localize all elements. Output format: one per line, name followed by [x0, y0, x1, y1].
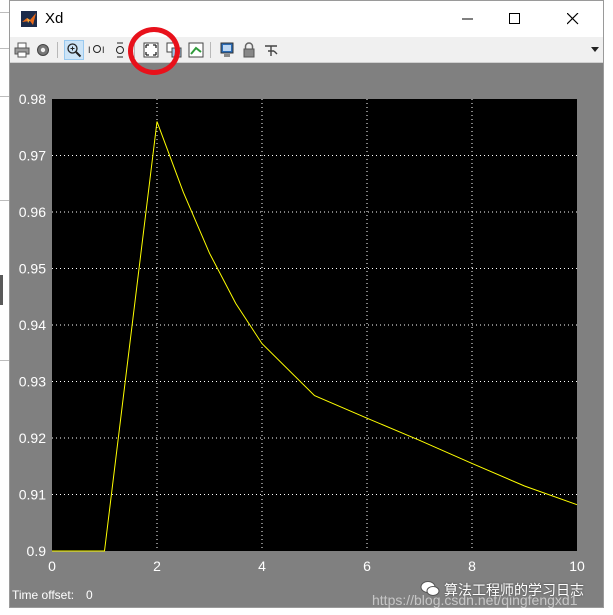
x-tick-label: 2 [153, 558, 161, 574]
printer-icon [14, 42, 30, 58]
minimize-button[interactable] [445, 1, 491, 37]
close-icon [567, 13, 579, 25]
axes-background [52, 99, 577, 551]
signal-selector-button[interactable] [261, 40, 281, 60]
signal-selector-icon [265, 45, 278, 56]
restore-axes-icon [188, 42, 204, 58]
restore-axes-button[interactable] [186, 40, 206, 60]
floating-scope-button[interactable] [217, 40, 237, 60]
maximize-icon [509, 13, 520, 24]
x-tick-label: 6 [363, 558, 371, 574]
y-tick-label: 0.97 [19, 148, 46, 164]
close-button[interactable] [550, 1, 596, 37]
svg-text:I: I [88, 45, 91, 55]
matlab-icon [21, 11, 37, 27]
y-tick-label: 0.91 [19, 487, 46, 503]
svg-text:I: I [102, 45, 105, 55]
time-offset: Time offset: 0 [12, 588, 93, 602]
scope-window: Xd I I 0 2 4 6 8 10 0.9 0.91 0.92 0.93 0… [9, 0, 604, 608]
autoscale-highlight-circle [128, 27, 180, 75]
y-tick-label: 0.96 [19, 204, 46, 220]
time-offset-label: Time offset: [12, 588, 75, 602]
minimize-icon [462, 18, 473, 20]
y-tick-label: 0.94 [19, 317, 46, 333]
title-bar[interactable]: Xd [10, 1, 603, 37]
x-tick-label: 8 [468, 558, 476, 574]
y-tick-labels: 0.9 0.91 0.92 0.93 0.94 0.95 0.96 0.97 0.98 [19, 91, 46, 559]
gear-icon [37, 44, 49, 56]
zoom-y-icon [116, 42, 124, 58]
zoom-y-button[interactable] [110, 40, 130, 60]
toolbar: I I [10, 37, 603, 63]
watermark-url: https://blog.csdn.net/qingfengxd1 [372, 592, 578, 608]
y-tick-label: 0.98 [19, 91, 46, 107]
zoom-in-icon [67, 43, 82, 58]
x-tick-label: 10 [569, 558, 585, 574]
x-tick-label: 4 [258, 558, 266, 574]
maximize-button[interactable] [492, 1, 538, 37]
x-tick-label: 0 [48, 558, 56, 574]
zoom-button[interactable] [64, 40, 84, 60]
lock-axes-button[interactable] [239, 40, 259, 60]
floating-scope-icon [220, 42, 234, 57]
desktop-background [0, 0, 9, 615]
y-tick-label: 0.95 [19, 261, 46, 277]
y-tick-label: 0.9 [27, 543, 47, 559]
print-button[interactable] [12, 40, 32, 60]
y-tick-label: 0.92 [19, 430, 46, 446]
y-tick-label: 0.93 [19, 374, 46, 390]
scope-plot[interactable]: 0 2 4 6 8 10 0.90.910.920.930.940.950.960.970… [10, 63, 605, 609]
watermark: 算法工程师的学习日志 https://blog.csdn.net/qingfen… [372, 580, 613, 615]
lock-icon [243, 42, 255, 58]
parameters-button[interactable] [33, 40, 53, 60]
zoom-x-button[interactable]: I I [87, 40, 107, 60]
zoom-x-icon: I I [88, 45, 105, 55]
chevron-down-icon[interactable] [591, 47, 599, 53]
window-title: Xd [45, 10, 64, 27]
plot-area: 0 2 4 6 8 10 0.9 0.91 0.92 0.93 0.94 0.95 0.96 0.97 0… [10, 63, 603, 609]
x-tick-labels: 0 2 4 6 8 10 [48, 558, 585, 574]
time-offset-value: 0 [86, 588, 93, 602]
